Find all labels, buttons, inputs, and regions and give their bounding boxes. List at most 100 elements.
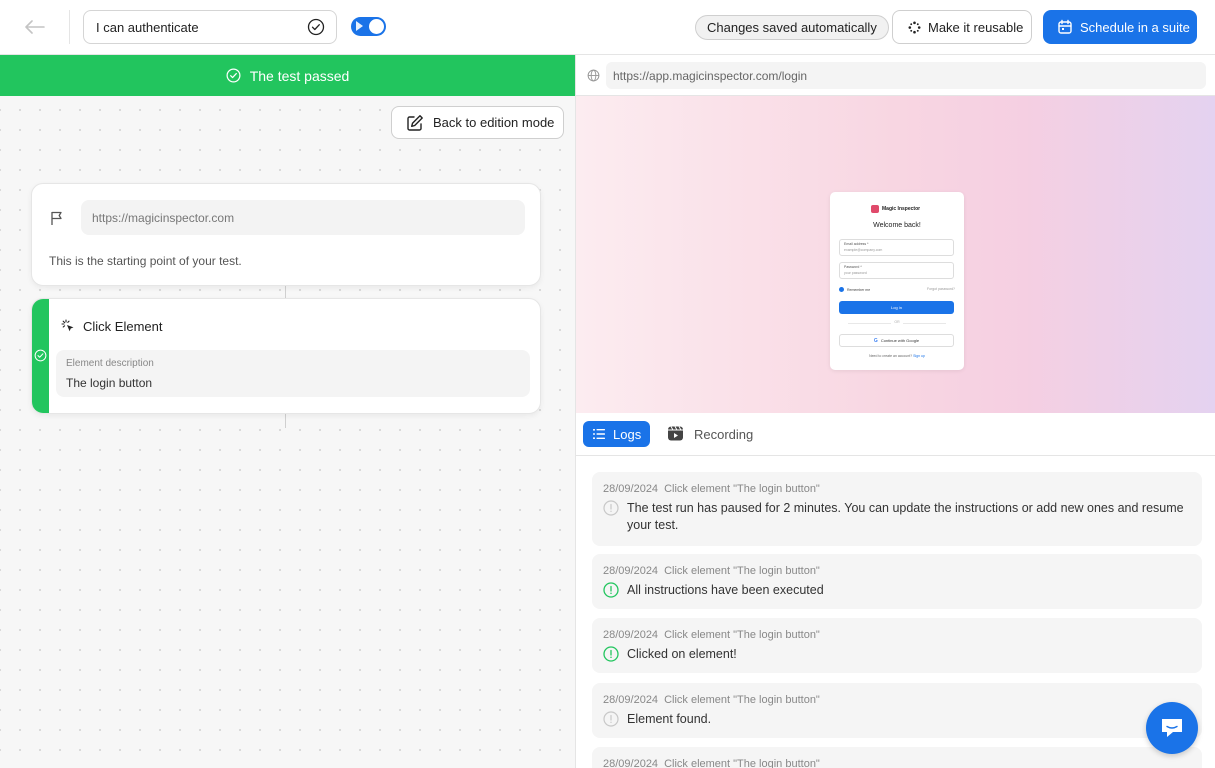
tab-recording[interactable]: Recording [667,421,753,447]
remember-radio [839,287,844,292]
login-button: Log in [839,301,954,314]
log-date: 28/09/2024 [603,565,659,577]
back-arrow-icon[interactable] [22,14,48,40]
edit-icon [407,115,423,131]
flag-icon [51,211,62,225]
password-placeholder: your password [844,271,867,275]
log-action: Click element "The login button" [664,758,820,768]
globe-icon [587,69,600,82]
brand-logo: Magic Inspector [871,205,920,213]
google-button: G Continue with Google [839,334,954,347]
tab-logs-label: Logs [613,426,642,442]
step-connector [285,286,286,298]
signup-prompt-text: Need to create an account? [869,354,913,358]
log-entry: 28/09/2024 Click element "The login butto… [592,618,1202,673]
log-entry: 28/09/2024 Click element "The login butto… [592,747,1202,768]
start-url-field[interactable]: https://magicinspector.com [81,200,525,235]
start-url-text: https://magicinspector.com [92,210,235,225]
remember-label: Remember me [847,287,871,292]
google-icon: G [873,337,878,344]
chat-bubble-icon [1162,719,1182,737]
info-status-icon [603,711,619,727]
log-message: Element found. [627,712,712,726]
log-date: 28/09/2024 [603,694,659,706]
play-icon [356,21,363,31]
log-entry: 28/09/2024 Click element "The login butto… [592,683,1202,738]
browser-panel: https://app.magicinspector.com/login Mag… [575,55,1215,768]
email-label: Email address * [844,242,869,246]
password-label: Password * [844,265,862,269]
top-bar: I can authenticate Changes saved automat… [0,0,1215,55]
google-button-label: Continue with Google [880,338,920,343]
run-toggle[interactable] [351,17,386,36]
step-status-stripe [32,299,49,413]
log-meta: 28/09/2024 Click element "The login butto… [603,758,820,768]
brand-name: Magic Inspector [882,206,921,212]
log-action: Click element "The login button" [664,629,820,641]
make-reusable-button[interactable]: Make it reusable [892,10,1032,44]
forgot-password-link: Forgot password? [926,287,955,291]
log-date: 28/09/2024 [603,629,659,641]
calendar-icon [1058,19,1072,34]
log-date: 28/09/2024 [603,483,659,495]
list-icon [593,429,605,439]
toggle-knob [369,19,384,34]
start-step-description: This is the starting point of your test. [49,254,242,268]
current-url-text: https://app.magicinspector.com/login [613,68,808,83]
success-status-icon [603,646,619,662]
check-circle-icon [34,349,47,362]
confirm-check-icon[interactable] [307,18,325,36]
back-to-edition-label: Back to edition mode [433,115,555,130]
test-editor-canvas: The test passed Back to edition mode htt… [0,55,575,768]
log-meta: 28/09/2024 Click element "The login butto… [603,565,820,577]
tab-recording-label: Recording [694,426,754,442]
log-message: The test run has paused for 2 minutes. Y… [627,501,1184,532]
email-placeholder: example@company.com [844,248,883,252]
current-url[interactable]: https://app.magicinspector.com/login [606,62,1206,89]
click-cursor-icon [61,319,74,332]
element-description-value: The login button [66,376,153,390]
welcome-heading: Welcome back! [873,222,921,229]
tab-logs[interactable]: Logs [583,421,650,447]
or-text: OR [830,320,964,324]
password-field: Password * your password [839,262,954,279]
log-entry: 28/09/2024 Click element "The login butto… [592,554,1202,609]
check-circle-icon [226,68,241,83]
click-element-step-card[interactable]: Click Element Element description The lo… [31,298,541,414]
saved-status-text: Changes saved automatically [707,20,877,35]
signup-link: Sign up [913,354,925,358]
email-field: Email address * example@company.com [839,239,954,256]
page-preview: Magic Inspector Welcome back! Email addr… [576,96,1215,413]
log-action: Click element "The login button" [664,694,820,706]
log-message: Clicked on element! [627,647,737,661]
log-meta: 28/09/2024 Click element "The login butto… [603,483,820,495]
or-label: OR [891,320,903,324]
logo-icon [871,205,879,213]
login-preview-card: Magic Inspector Welcome back! Email addr… [830,192,964,370]
schedule-suite-label: Schedule in a suite [1080,19,1190,35]
reusable-icon [908,21,921,34]
signup-prompt: Need to create an account? Sign up [830,354,964,358]
chat-support-button[interactable] [1146,702,1198,754]
panel-tabs: Logs Recording [576,413,1215,456]
step-connector [285,414,286,428]
log-entry: 28/09/2024 Click element "The login butto… [592,472,1202,546]
element-description-field[interactable]: Element description The login button [56,350,530,397]
url-bar: https://app.magicinspector.com/login [576,55,1215,96]
remember-me: Remember me [839,287,870,292]
start-step-card[interactable]: https://magicinspector.com This is the s… [31,183,541,286]
make-reusable-label: Make it reusable [928,19,1024,35]
log-action: Click element "The login button" [664,483,820,495]
test-passed-banner: The test passed [0,55,575,96]
back-to-edition-button[interactable]: Back to edition mode [391,106,564,139]
schedule-suite-button[interactable]: Schedule in a suite [1043,10,1197,44]
info-status-icon [603,500,619,516]
log-meta: 28/09/2024 Click element "The login butto… [603,694,820,706]
login-button-label: Log in [891,305,902,310]
log-action: Click element "The login button" [664,565,820,577]
log-meta: 28/09/2024 Click element "The login butto… [603,629,820,641]
element-description-label: Element description [66,358,154,369]
video-icon [668,426,683,441]
saved-status-badge: Changes saved automatically [695,15,889,40]
test-title-input[interactable]: I can authenticate [83,10,337,44]
